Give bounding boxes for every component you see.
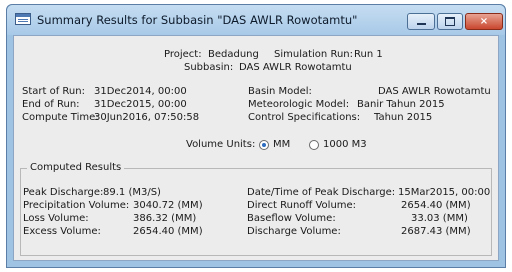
baseflow-volume-value: 33.03 (MM) <box>411 213 468 224</box>
project-value: Bedadung <box>208 49 259 60</box>
discharge-volume-label: Discharge Volume: <box>247 226 341 237</box>
precipitation-volume-label: Precipitation Volume: <box>23 200 130 211</box>
subbasin-value: DAS AWLR Rowotamtu <box>239 62 352 73</box>
window-app-icon <box>15 13 31 25</box>
window-title: Summary Results for Subbasin "DAS AWLR R… <box>37 13 358 27</box>
peak-discharge-value: 89.1 (M3/S) <box>103 187 161 198</box>
minimize-icon <box>416 23 426 25</box>
meteorologic-model-label: Meteorologic Model: <box>248 99 350 110</box>
excess-volume-value: 2654.40 (MM) <box>133 226 203 237</box>
close-button[interactable]: × <box>465 13 503 30</box>
title-bar[interactable]: Summary Results for Subbasin "DAS AWLR R… <box>7 5 505 35</box>
summary-results-window: Summary Results for Subbasin "DAS AWLR R… <box>6 4 506 268</box>
basin-model-value: DAS AWLR Rowotamtu <box>378 86 491 97</box>
control-specifications-label: Control Specifications: <box>248 112 361 123</box>
maximize-button[interactable] <box>437 13 463 30</box>
units-1000m3-label[interactable]: 1000 M3 <box>323 139 367 151</box>
subbasin-label: Subbasin: <box>184 62 234 73</box>
compute-time-value: 30Jun2016, 07:50:58 <box>94 112 200 123</box>
start-of-run-value: 31Dec2014, 00:00 <box>94 86 187 97</box>
maximize-icon <box>445 17 455 26</box>
direct-runoff-volume-value: 2654.40 (MM) <box>401 200 471 211</box>
direct-runoff-volume-label: Direct Runoff Volume: <box>247 200 357 211</box>
units-mm-label[interactable]: MM <box>273 139 290 151</box>
units-1000m3-radio[interactable] <box>309 140 319 150</box>
basin-model-label: Basin Model: <box>248 86 312 97</box>
computed-results-title: Computed Results <box>27 162 125 174</box>
start-of-run-label: Start of Run: <box>22 86 85 97</box>
results-panel: Project: Bedadung Simulation Run: Run 1 … <box>13 35 499 261</box>
meteorologic-model-value: Banir Tahun 2015 <box>357 99 445 110</box>
volume-units-label: Volume Units: <box>186 139 256 150</box>
project-label: Project: <box>164 49 202 60</box>
units-mm-radio[interactable] <box>259 140 269 150</box>
discharge-volume-value: 2687.43 (MM) <box>401 226 471 237</box>
loss-volume-value: 386.32 (MM) <box>133 213 197 224</box>
close-icon: × <box>479 16 489 27</box>
peak-discharge-time-value: 15Mar2015, 00:00 <box>398 187 491 198</box>
simulation-run-label: Simulation Run: <box>274 49 353 60</box>
compute-time-label: Compute Time: <box>22 112 99 123</box>
minimize-button[interactable] <box>407 13 435 30</box>
peak-discharge-label: Peak Discharge: <box>23 187 104 198</box>
end-of-run-value: 31Dec2015, 00:00 <box>94 99 187 110</box>
loss-volume-label: Loss Volume: <box>23 213 89 224</box>
end-of-run-label: End of Run: <box>22 99 80 110</box>
computed-results-group: Computed Results Peak Discharge: 89.1 (M… <box>20 162 492 256</box>
control-specifications-value: Tahun 2015 <box>374 112 433 123</box>
peak-discharge-time-label: Date/Time of Peak Discharge: <box>247 187 396 198</box>
baseflow-volume-label: Baseflow Volume: <box>247 213 336 224</box>
excess-volume-label: Excess Volume: <box>23 226 101 237</box>
precipitation-volume-value: 3040.72 (MM) <box>133 200 203 211</box>
simulation-run-value: Run 1 <box>354 49 383 60</box>
